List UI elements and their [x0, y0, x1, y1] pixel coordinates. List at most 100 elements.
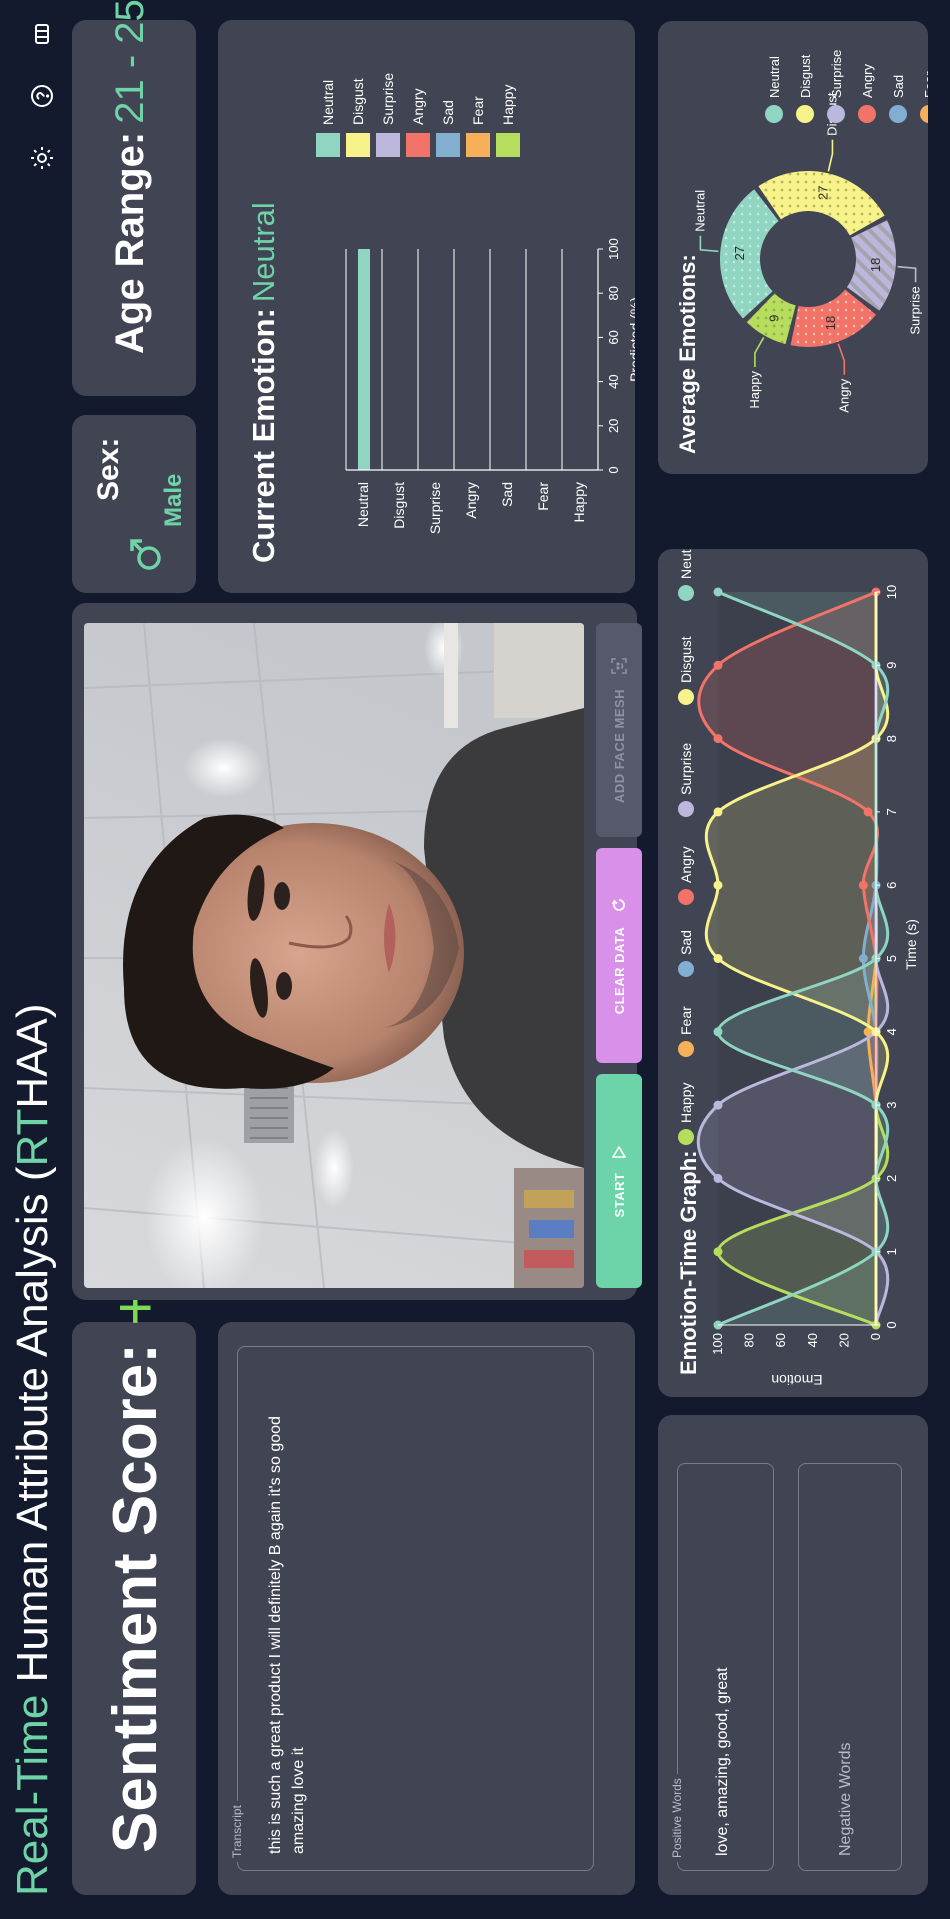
- point-happy: [713, 1247, 723, 1257]
- donut-legend-dot-surprise: [827, 105, 845, 123]
- words-card: Positive Words love, amazing, good, grea…: [658, 1415, 928, 1895]
- line-legend-disgust: Disgust: [678, 636, 694, 683]
- negative-words-field[interactable]: Negative Words: [798, 1463, 902, 1871]
- add-face-mesh-label: ADD FACE MESH: [611, 688, 627, 804]
- point-angry: [713, 660, 723, 670]
- bar-label-sad: Sad: [499, 482, 515, 507]
- stack-icon[interactable]: [30, 22, 54, 46]
- add-face-mesh-button[interactable]: ADD FACE MESH: [596, 623, 642, 837]
- age-range: Age Range: 21 - 25: [108, 0, 153, 354]
- bar-tick-label: 40: [606, 374, 621, 388]
- legend-label-angry: Angry: [410, 88, 426, 125]
- transcript-text: this is such a great product I will defi…: [267, 1416, 307, 1854]
- sun-icon[interactable]: [30, 146, 54, 170]
- male-symbol-icon: [130, 539, 161, 570]
- current-emotion-card: Current Emotion:Neutral Neutral Disgust Su…: [218, 20, 635, 593]
- point-disgust: [713, 880, 723, 890]
- legend-swatch-angry: [406, 133, 430, 157]
- bar-label-neutral: Neutral: [355, 482, 371, 527]
- positive-words-field[interactable]: Positive Words love, amazing, good, grea…: [670, 1463, 774, 1871]
- line-xtick-label: 8: [884, 735, 899, 742]
- line-legend-fear: Fear: [678, 1006, 694, 1035]
- bar-tick-label: 60: [606, 330, 621, 344]
- legend-swatch-happy: [496, 133, 520, 157]
- line-xtick-label: 1: [884, 1248, 899, 1255]
- donut-legend-label-disgust: Disgust: [798, 54, 813, 98]
- header-icons: [30, 22, 54, 170]
- positive-words-legend: Positive Words: [670, 1778, 684, 1858]
- slice-leader-angry: [837, 343, 846, 375]
- age-label: Age Range:: [108, 131, 152, 354]
- legend-swatch-fear: [466, 133, 490, 157]
- sex-card: Sex: Male: [72, 415, 196, 593]
- face-mesh-icon: [611, 658, 627, 674]
- slice-pattern-disgust: [758, 171, 885, 236]
- line-xtick-label: 2: [884, 1175, 899, 1182]
- bar-neutral: [358, 249, 370, 470]
- line-ylabel: Emotion: [771, 1372, 822, 1388]
- bar-label-disgust: Disgust: [391, 482, 407, 529]
- slice-value-happy: 9: [767, 315, 782, 322]
- line-legend-dot-angry: [678, 889, 694, 905]
- slice-value-neutral: 27: [732, 246, 747, 260]
- slice-label-angry: Angry: [836, 378, 851, 412]
- donut-legend-label-angry: Angry: [860, 64, 875, 98]
- negative-words-placeholder: Negative Words: [837, 1742, 854, 1856]
- line-ytick-label: 80: [742, 1333, 757, 1347]
- legend-swatch-neutral: [316, 133, 340, 157]
- app-stage: Real-Time Human Attribute Analysis (RTHA…: [0, 0, 950, 1919]
- legend-label-fear: Fear: [470, 96, 486, 125]
- transcript-card: Transcript this is such a great product …: [218, 1322, 635, 1895]
- line-ytick-label: 60: [773, 1333, 788, 1347]
- line-legend-dot-sad: [678, 961, 694, 977]
- bar-tick-label: 0: [606, 466, 621, 473]
- bar-label-angry: Angry: [463, 482, 479, 519]
- transcript-legend: Transcript: [230, 1805, 244, 1858]
- point-neutral: [713, 1027, 723, 1037]
- point-disgust: [713, 954, 723, 963]
- line-ytick-label: 20: [836, 1333, 851, 1347]
- sex-value: Male: [160, 473, 187, 527]
- sex-label: Sex:: [92, 437, 125, 501]
- average-emotions-card: Average Emotions: 27Neutral27Disgust18Su…: [658, 21, 928, 474]
- bar-tick-label: 80: [606, 286, 621, 300]
- refresh-icon: [611, 898, 625, 911]
- title-main: Human Attribute Analysis (: [8, 1166, 57, 1695]
- slice-label-surprise: Surprise: [908, 286, 923, 334]
- line-xtick-label: 6: [884, 882, 899, 889]
- point-surprise: [713, 1173, 723, 1183]
- line-xtick-label: 5: [884, 955, 899, 962]
- line-ytick-label: 100: [710, 1333, 725, 1355]
- legend-label-neutral: Neutral: [320, 80, 336, 125]
- age-card: Age Range: 21 - 25: [72, 0, 196, 396]
- emotion-graph-card: Emotion-Time Graph: Happy Fear Sad Angry Sur…: [658, 549, 928, 1397]
- slice-leader-surprise: [897, 265, 917, 283]
- line-legend-dot-fear: [678, 1041, 694, 1057]
- emotion-time-chart: Happy Fear Sad Angry Surprise Disgust Neutral 0…: [678, 549, 919, 1388]
- line-xtick-label: 4: [884, 1028, 899, 1035]
- transcript-field[interactable]: Transcript this is such a great product …: [230, 1346, 594, 1871]
- sentiment-card: Sentiment Score: +13: [72, 1221, 196, 1895]
- slice-leader-disgust: [827, 139, 834, 172]
- bar-label-fear: Fear: [535, 482, 551, 511]
- line-legend-happy: Happy: [678, 1083, 694, 1123]
- line-xlabel: Time (s): [903, 919, 919, 970]
- point-angry: [713, 734, 723, 744]
- clear-data-button[interactable]: CLEAR DATA: [596, 848, 642, 1063]
- line-legend-dot-disgust: [678, 689, 694, 705]
- line-xtick-label: 0: [884, 1321, 899, 1328]
- line-xtick-label: 9: [884, 662, 899, 669]
- legend-label-sad: Sad: [440, 100, 456, 125]
- legend-swatch-disgust: [346, 133, 370, 157]
- point-surprise: [713, 1100, 723, 1110]
- donut-legend-dot-angry: [858, 105, 876, 123]
- slice-value-surprise: 18: [868, 258, 883, 272]
- help-icon[interactable]: [30, 84, 54, 108]
- line-legend-surprise: Surprise: [678, 743, 694, 795]
- webcam-feed: [84, 623, 584, 1288]
- donut-legend-label-sad: Sad: [891, 75, 906, 98]
- start-button[interactable]: START: [596, 1074, 642, 1288]
- slice-label-happy: Happy: [747, 371, 762, 409]
- slice-label-neutral: Neutral: [692, 190, 707, 232]
- donut-legend-dot-sad: [889, 105, 907, 123]
